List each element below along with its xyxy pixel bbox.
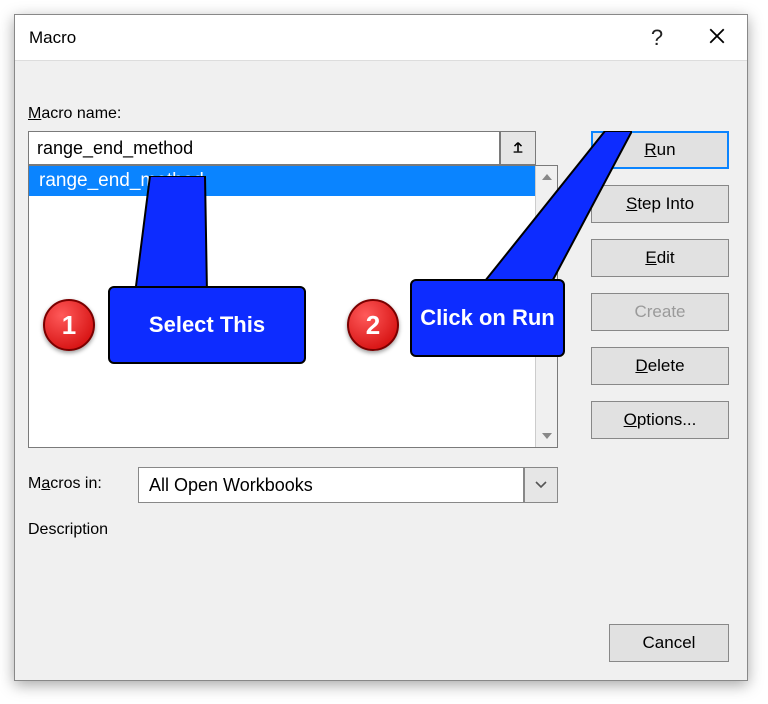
chevron-down-icon[interactable] [524, 467, 558, 503]
step-badge-2: 2 [347, 299, 399, 351]
macros-in-dropdown[interactable]: All Open Workbooks [138, 467, 558, 503]
callout-select-this: Select This [108, 286, 306, 364]
close-icon [708, 25, 726, 51]
dialog-title: Macro [29, 28, 627, 48]
callout-click-run: Click on Run [410, 279, 565, 357]
macro-name-jump-button[interactable] [500, 131, 536, 165]
step-badge-1: 1 [43, 299, 95, 351]
step-into-button[interactable]: Step Into [591, 185, 729, 223]
button-column: Run Step Into Edit Create Delete Options… [591, 131, 729, 439]
edit-button[interactable]: Edit [591, 239, 729, 277]
macros-in-label: Macros in: [28, 475, 102, 493]
macro-list-item-selected[interactable]: range_end_method [29, 166, 557, 196]
cancel-button[interactable]: Cancel [609, 624, 729, 662]
description-label: Description [28, 521, 108, 539]
dialog-content: Macro name: range_end_method Macr [15, 61, 747, 680]
options-button[interactable]: Options... [591, 401, 729, 439]
macro-name-input[interactable] [28, 131, 500, 165]
scroll-down-icon[interactable] [536, 425, 558, 447]
titlebar: Macro ? [15, 15, 747, 61]
arrow-up-icon [511, 140, 525, 157]
delete-button[interactable]: Delete [591, 347, 729, 385]
close-button[interactable] [687, 15, 747, 61]
macros-in-selected: All Open Workbooks [138, 467, 524, 503]
scroll-up-icon[interactable] [536, 166, 558, 188]
help-button[interactable]: ? [627, 15, 687, 61]
macro-dialog: Macro ? Macro name: range_end_method [14, 14, 748, 681]
create-button: Create [591, 293, 729, 331]
macro-name-label: Macro name: [28, 105, 121, 123]
run-button[interactable]: Run [591, 131, 729, 169]
help-icon: ? [651, 25, 663, 51]
